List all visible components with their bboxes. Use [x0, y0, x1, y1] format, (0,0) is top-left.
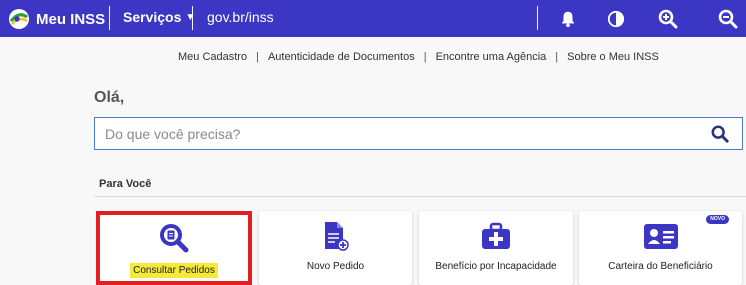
contrast-button[interactable]	[603, 6, 629, 32]
card-novo-pedido[interactable]: Novo Pedido	[259, 211, 412, 285]
new-document-icon	[324, 222, 349, 251]
section-title: Para Você	[99, 178, 152, 190]
card-label: Consultar Pedidos	[130, 263, 218, 278]
contrast-icon	[607, 10, 625, 28]
nav-separator: |	[256, 51, 259, 63]
zoom-out-icon	[718, 9, 738, 29]
search-box	[94, 117, 743, 150]
card-label: Novo Pedido	[306, 261, 365, 272]
id-card-icon	[643, 224, 678, 249]
greeting: Olá,	[94, 89, 125, 106]
brand[interactable]: Meu INSS	[8, 8, 105, 30]
divider	[537, 6, 538, 30]
govbr-link[interactable]: gov.br/inss	[207, 9, 274, 25]
nav-meu-cadastro[interactable]: Meu Cadastro	[178, 51, 247, 63]
search-icon	[711, 125, 729, 143]
card-carteira-beneficiario[interactable]: NOVO Carteira do Beneficiário	[579, 211, 742, 285]
divider	[192, 6, 193, 30]
bell-icon	[561, 11, 575, 28]
inss-logo-icon	[9, 9, 29, 29]
top-bar: Meu INSS Serviços ▼ gov.br/inss	[0, 0, 746, 37]
services-menu[interactable]: Serviços ▼	[123, 9, 195, 25]
card-consultar-pedidos[interactable]: Consultar Pedidos	[96, 211, 252, 285]
card-label: Carteira do Beneficiário	[608, 261, 713, 272]
nav-encontre-agencia[interactable]: Encontre uma Agência	[436, 51, 547, 63]
notifications-button[interactable]	[555, 6, 581, 32]
medical-kit-icon	[482, 222, 510, 249]
card-beneficio-incapacidade[interactable]: Benefício por Incapacidade	[419, 211, 573, 285]
search-button[interactable]	[698, 118, 742, 149]
divider	[109, 6, 110, 30]
secondary-nav: Meu Cadastro | Autenticidade de Document…	[0, 37, 746, 75]
brand-name: Meu INSS	[36, 10, 106, 28]
nav-separator: |	[423, 51, 427, 63]
zoom-in-icon	[658, 9, 678, 29]
nav-separator: |	[555, 51, 559, 63]
zoom-out-button[interactable]	[715, 6, 741, 32]
section-divider	[94, 196, 746, 197]
document-search-icon	[160, 224, 189, 253]
nav-sobre-meu-inss[interactable]: Sobre o Meu INSS	[567, 51, 659, 63]
nav-autenticidade-documentos[interactable]: Autenticidade de Documentos	[268, 51, 415, 63]
zoom-in-button[interactable]	[655, 6, 681, 32]
chevron-down-icon: ▼	[185, 11, 196, 23]
card-label: Benefício por Incapacidade	[435, 261, 557, 272]
services-label: Serviços	[123, 9, 182, 25]
search-input[interactable]	[95, 118, 695, 149]
